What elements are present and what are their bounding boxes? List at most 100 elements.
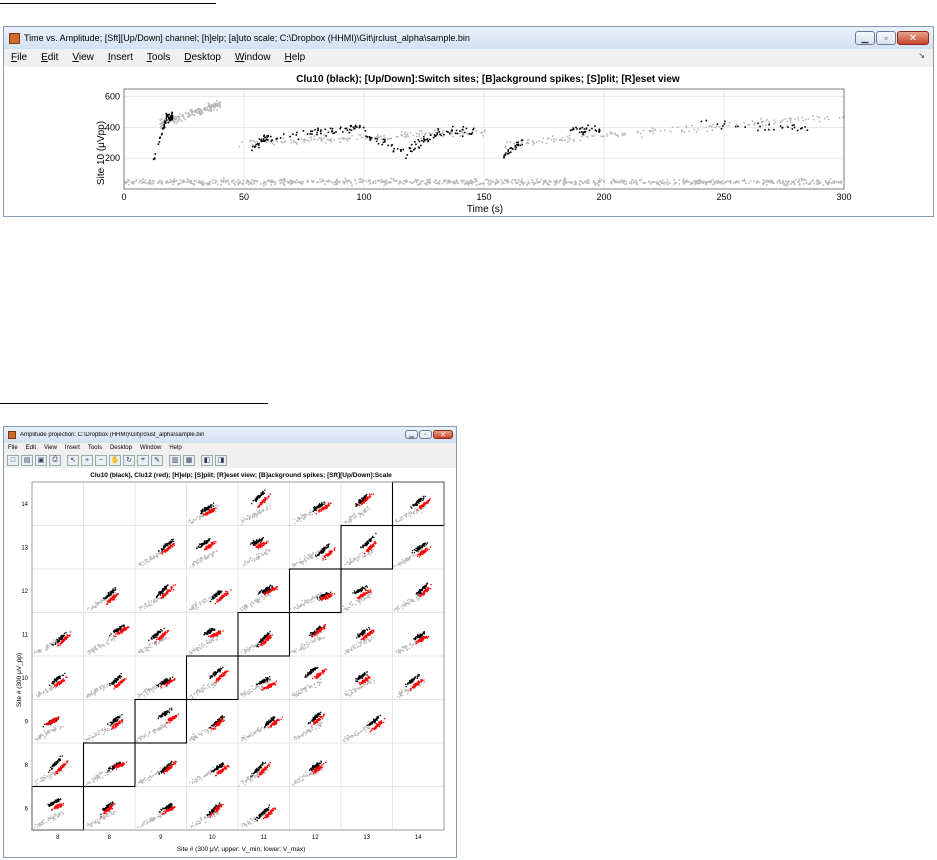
- menubar-dock-arrow-icon[interactable]: ↘: [918, 51, 925, 60]
- save-icon[interactable]: ▣: [35, 454, 47, 466]
- print-icon[interactable]: ⎙: [49, 454, 61, 466]
- zoom-in-icon[interactable]: +: [81, 454, 93, 466]
- background-spike-point: [414, 178, 417, 181]
- maximize-button[interactable]: ▫: [876, 31, 896, 45]
- background-spike-point: [400, 605, 403, 608]
- background-spike-point: [564, 179, 566, 182]
- background-spike-point: [305, 601, 307, 603]
- clu12-spike-point: [261, 501, 264, 504]
- zoom-out-icon[interactable]: −: [95, 454, 107, 466]
- pan-icon[interactable]: ✋: [109, 454, 121, 466]
- brush-icon[interactable]: ✎: [151, 454, 163, 466]
- clu10-spike-point: [806, 129, 809, 131]
- open-file-icon[interactable]: ▤: [21, 454, 33, 466]
- background-spike-point: [289, 608, 292, 610]
- background-spike-point: [266, 595, 269, 597]
- close-button[interactable]: ✕: [433, 430, 453, 439]
- clu12-spike-point: [426, 501, 429, 504]
- clu10-spike-point: [418, 498, 421, 501]
- window-titlebar[interactable]: Amplitude projection: C:\Dropbox (HHMI)\…: [4, 427, 456, 443]
- background-spike-point: [556, 180, 558, 182]
- background-spike-point: [308, 511, 310, 514]
- maximize-button[interactable]: ▫: [419, 430, 432, 439]
- menu-view[interactable]: View: [40, 445, 61, 451]
- menu-desktop[interactable]: Desktop: [106, 445, 136, 451]
- menu-view[interactable]: View: [65, 52, 101, 63]
- background-spike-point: [482, 182, 485, 185]
- menu-tools[interactable]: Tools: [140, 52, 177, 63]
- pointer-icon[interactable]: ↖: [67, 454, 79, 466]
- menu-help[interactable]: Help: [278, 52, 313, 63]
- background-spike-point: [459, 132, 461, 135]
- background-spike-point: [338, 138, 341, 140]
- clu10-spike-point: [264, 139, 267, 142]
- minimize-button[interactable]: ▁: [855, 31, 875, 45]
- background-spike-point: [774, 121, 776, 124]
- background-spike-point: [172, 180, 174, 183]
- time-amplitude-plot[interactable]: Clu10 (black); [Up/Down]:Switch sites; […: [4, 67, 933, 216]
- background-spike-point: [755, 182, 757, 184]
- clu10-spike-point: [216, 592, 219, 594]
- new-figure-icon[interactable]: □: [7, 454, 19, 466]
- background-spike-point: [142, 564, 144, 567]
- background-spike-point: [243, 604, 245, 606]
- menu-window[interactable]: Window: [136, 445, 165, 451]
- menu-tools[interactable]: Tools: [84, 445, 106, 451]
- background-spike-point: [309, 136, 312, 139]
- menu-window[interactable]: Window: [228, 52, 278, 63]
- clu10-spike-point: [329, 127, 332, 130]
- clu10-spike-point: [269, 589, 271, 591]
- background-spike-point: [571, 181, 573, 184]
- menu-edit[interactable]: Edit: [34, 52, 65, 63]
- background-spike-point: [206, 106, 208, 109]
- background-spike-point: [709, 125, 712, 128]
- clu10-spike-point: [327, 131, 330, 134]
- background-spike-point: [257, 553, 259, 556]
- diagonal-panel-frame: [288, 568, 342, 614]
- background-spike-point: [404, 603, 406, 605]
- clu10-spike-point: [207, 540, 209, 542]
- amplitude-projection-plot[interactable]: Clu10 (black), Clu12 (red); [H]elp; [S]p…: [4, 468, 456, 857]
- background-spike-point: [563, 177, 566, 179]
- clu10-spike-point: [342, 131, 344, 133]
- background-spike-point: [186, 181, 188, 183]
- background-spike-point: [197, 181, 200, 184]
- menu-edit[interactable]: Edit: [22, 445, 40, 451]
- clu12-spike-point: [172, 543, 175, 545]
- background-spike-point: [599, 180, 602, 183]
- window-titlebar[interactable]: Time vs. Amplitude; [Sft][Up/Down] chann…: [4, 27, 933, 49]
- menu-file[interactable]: File: [4, 445, 22, 451]
- minimize-button[interactable]: ▁: [405, 430, 418, 439]
- rotate-icon[interactable]: ↻: [123, 454, 135, 466]
- background-spike-point: [445, 179, 448, 182]
- background-spike-point: [189, 566, 192, 568]
- clu10-spike-point: [425, 584, 427, 586]
- clu10-spike-point: [165, 544, 168, 547]
- menu-desktop[interactable]: Desktop: [177, 52, 228, 63]
- clu10-spike-point: [160, 592, 162, 594]
- background-spike-point: [253, 558, 256, 560]
- background-spike-point: [648, 130, 651, 132]
- legend-icon[interactable]: ▦: [183, 454, 195, 466]
- menu-help[interactable]: Help: [165, 445, 185, 451]
- background-spike-point: [362, 600, 364, 602]
- menu-insert[interactable]: Insert: [61, 445, 84, 451]
- background-spike-point: [175, 117, 178, 120]
- diagonal-panel-frame: [340, 524, 394, 570]
- colorbar-icon[interactable]: ▥: [169, 454, 181, 466]
- clu10-spike-point: [366, 136, 369, 138]
- background-spike-point: [254, 141, 256, 143]
- background-spike-point: [542, 183, 544, 185]
- background-spike-point: [251, 558, 253, 560]
- background-spike-point: [817, 181, 820, 183]
- close-button[interactable]: ✕: [897, 31, 929, 45]
- clu10-spike-point: [417, 594, 419, 596]
- clu12-spike-point: [429, 587, 432, 590]
- background-spike-point: [253, 516, 256, 518]
- data-cursor-icon[interactable]: ⌖: [137, 454, 149, 466]
- menu-insert[interactable]: Insert: [101, 52, 140, 63]
- show-plot-tools-icon[interactable]: ◨: [215, 454, 227, 466]
- menu-file[interactable]: File: [4, 52, 34, 63]
- hide-plot-tools-icon[interactable]: ◧: [201, 454, 213, 466]
- background-spike-point: [358, 512, 360, 514]
